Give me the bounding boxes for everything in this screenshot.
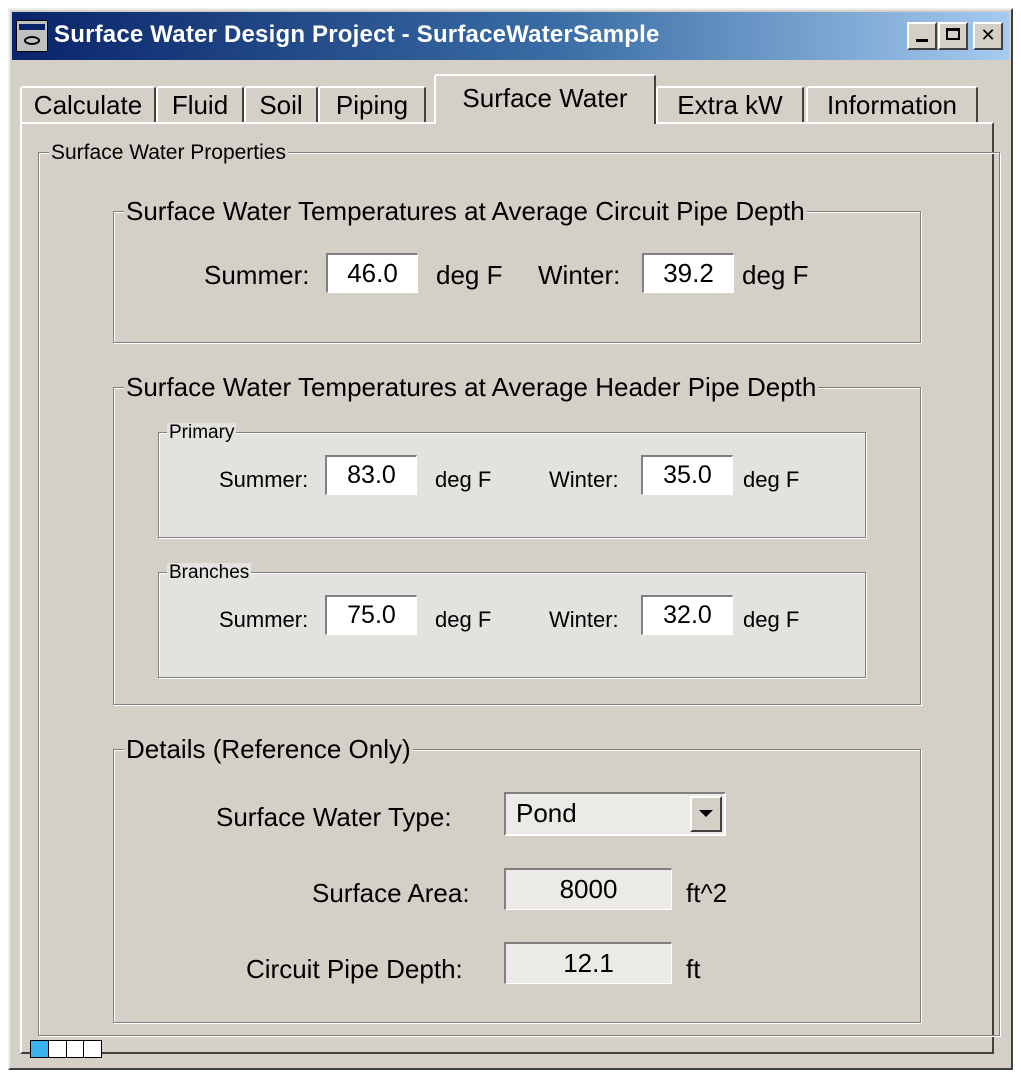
surface-water-type-value: Pond — [516, 798, 577, 828]
primary-title: Primary — [167, 422, 237, 443]
tab-extra-kw[interactable]: Extra kW — [656, 86, 804, 122]
circuit-pipe-depth-field: 12.1 — [504, 942, 672, 984]
primary-winter-label: Winter: — [549, 467, 619, 492]
tab-piping[interactable]: Piping — [318, 86, 426, 122]
progress-indicator — [30, 1040, 102, 1058]
surface-water-tab-panel: Surface Water Properties Surface Water T… — [20, 122, 1000, 1054]
branches-summer-label: Summer: — [219, 607, 309, 632]
surface-water-type-dropdown[interactable]: Pond — [504, 792, 726, 836]
progress-segment — [48, 1041, 67, 1057]
primary-group: Primary Summer: 83.0 deg F Winter: 35.0 … — [158, 423, 866, 538]
tab-calculate[interactable]: Calculate — [20, 86, 156, 122]
window-title: Surface Water Design Project - SurfaceWa… — [54, 21, 660, 48]
tab-fluid[interactable]: Fluid — [156, 86, 244, 122]
primary-summer-label: Summer: — [219, 467, 309, 492]
branches-summer-input[interactable]: 75.0 — [325, 595, 417, 635]
minimize-button[interactable] — [907, 22, 937, 50]
tab-surface-water[interactable]: Surface Water — [434, 74, 656, 124]
minimize-icon — [916, 39, 928, 42]
branches-summer-unit: deg F — [435, 607, 492, 632]
tab-information[interactable]: Information — [806, 86, 978, 122]
maximize-icon — [946, 28, 960, 40]
chevron-down-icon[interactable] — [690, 796, 722, 832]
branches-winter-unit: deg F — [743, 607, 800, 632]
primary-winter-input[interactable]: 35.0 — [641, 455, 733, 495]
circuit-summer-unit: deg F — [436, 260, 503, 290]
circuit-pipe-depth-label: Circuit Pipe Depth: — [246, 954, 463, 984]
surface-area-field: 8000 — [504, 868, 672, 910]
branches-group: Branches Summer: 75.0 deg F Winter: 32.0… — [158, 563, 866, 678]
progress-segment — [84, 1041, 101, 1057]
maximize-button[interactable] — [938, 22, 968, 50]
circuit-summer-label: Summer: — [204, 260, 310, 290]
details-title: Details (Reference Only) — [124, 734, 413, 764]
surface-area-label: Surface Area: — [312, 878, 470, 908]
primary-winter-unit: deg F — [743, 467, 800, 492]
surface-water-properties-title: Surface Water Properties — [49, 141, 288, 164]
progress-segment — [66, 1041, 85, 1057]
circuit-pipe-depth-unit: ft — [686, 954, 701, 984]
header-depth-title: Surface Water Temperatures at Average He… — [124, 372, 819, 402]
circuit-winter-input[interactable]: 39.2 — [642, 253, 734, 293]
primary-summer-unit: deg F — [435, 467, 492, 492]
surface-area-unit: ft^2 — [686, 878, 728, 908]
circuit-winter-unit: deg F — [742, 260, 809, 290]
branches-winter-input[interactable]: 32.0 — [641, 595, 733, 635]
header-depth-group: Surface Water Temperatures at Average He… — [113, 374, 921, 705]
branches-title: Branches — [167, 562, 252, 583]
surface-water-properties-group: Surface Water Properties Surface Water T… — [38, 142, 1000, 1036]
circuit-summer-input[interactable]: 46.0 — [326, 253, 418, 293]
primary-summer-input[interactable]: 83.0 — [325, 455, 417, 495]
close-button[interactable]: ✕ — [973, 22, 1003, 50]
circuit-depth-group: Surface Water Temperatures at Average Ci… — [113, 198, 921, 343]
circuit-depth-title: Surface Water Temperatures at Average Ci… — [124, 196, 807, 226]
progress-segment — [31, 1041, 49, 1057]
title-bar[interactable]: Surface Water Design Project - SurfaceWa… — [12, 12, 1009, 60]
surface-water-type-label: Surface Water Type: — [216, 802, 452, 832]
branches-winter-label: Winter: — [549, 607, 619, 632]
details-group: Details (Reference Only) Surface Water T… — [113, 736, 921, 1023]
tab-soil[interactable]: Soil — [244, 86, 318, 122]
circuit-winter-label: Winter: — [538, 260, 621, 290]
app-icon[interactable] — [16, 20, 48, 52]
